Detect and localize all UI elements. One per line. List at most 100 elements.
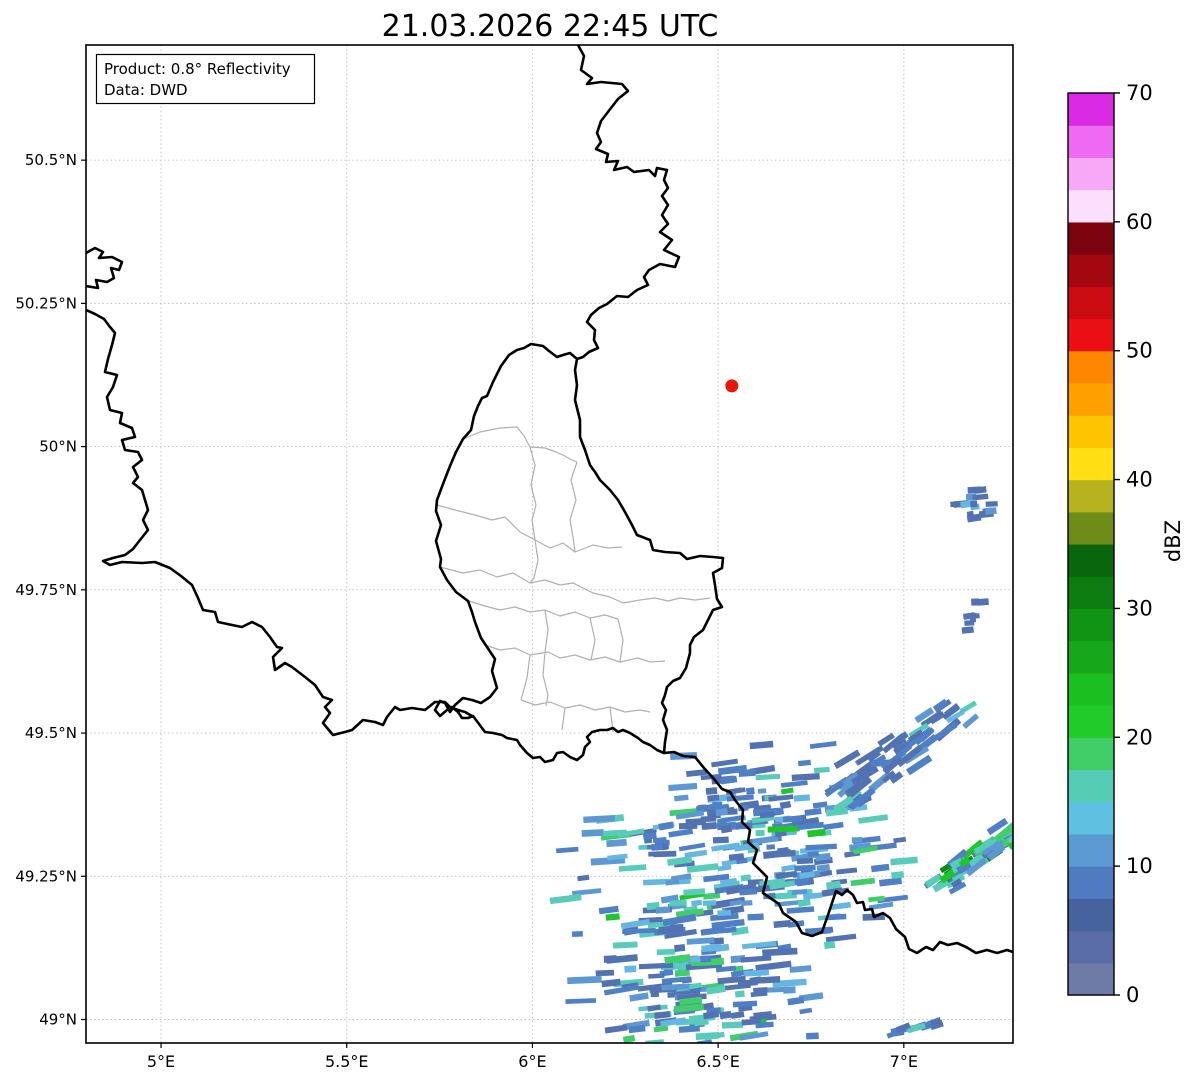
colorbar: 0 10 20 30 40 50 60 70 — [1068, 81, 1153, 1007]
echo-bar — [738, 769, 756, 777]
echo-bar — [747, 913, 764, 921]
echo-bar — [705, 787, 718, 795]
colorbar-segment — [1068, 930, 1114, 964]
colorbar-tick-label: 40 — [1126, 468, 1153, 492]
echo-bar — [748, 1078, 778, 1081]
echo-bar — [650, 990, 659, 998]
colorbar-segment — [1068, 382, 1114, 416]
colorbar-segment — [1068, 447, 1114, 481]
echo-bar — [826, 913, 847, 921]
colorbar-segment — [1068, 511, 1114, 545]
colorbar-segment — [1068, 962, 1114, 996]
echo-bar — [734, 990, 745, 998]
colorbar-segment — [1068, 769, 1114, 803]
x-axis-tick-label: 6°E — [518, 1052, 546, 1071]
y-axis-tick-label: 50.25°N — [15, 294, 77, 312]
echo-bar — [753, 987, 768, 993]
map-canvas: 21.03.2026 22:45 UTC 5°E 5.5°E 6°E 6.5°E 7°E… — [15, 9, 1185, 1081]
colorbar-segment — [1068, 898, 1114, 932]
echo-bar — [678, 822, 698, 830]
echo-bar — [977, 598, 989, 606]
colorbar-segment — [1068, 93, 1114, 126]
echo-bar — [605, 913, 620, 921]
echo-bar — [823, 940, 836, 950]
colorbar-segment — [1068, 544, 1114, 577]
echo-bar — [961, 626, 974, 634]
echo-bar — [651, 844, 664, 850]
colorbar-segment — [1068, 833, 1114, 867]
echo-bar — [717, 910, 732, 916]
colorbar-segment — [1068, 350, 1114, 384]
colorbar-segment — [1068, 221, 1114, 255]
weather-radar-figure: 21.03.2026 22:45 UTC 5°E 5.5°E 6°E 6.5°E 7°E… — [0, 0, 1202, 1081]
y-axis-tick-label: 50.5°N — [25, 151, 77, 169]
echo-bar — [702, 900, 717, 906]
colorbar-tick-label: 10 — [1126, 854, 1153, 878]
y-axis-tick-label: 49.25°N — [15, 867, 77, 885]
echo-bar — [595, 969, 615, 977]
echo-bar — [625, 1047, 652, 1053]
echo-bar — [813, 766, 830, 774]
colorbar-tick-label: 60 — [1126, 210, 1153, 234]
echo-bar — [663, 1054, 680, 1061]
colorbar-tick-label: 30 — [1126, 596, 1153, 620]
colorbar-segment — [1068, 415, 1114, 448]
colorbar-segment — [1068, 318, 1114, 352]
echo-bar — [615, 1047, 624, 1054]
echo-bar — [717, 818, 727, 826]
colorbar-segment — [1068, 640, 1114, 674]
colorbar-segment — [1068, 254, 1114, 287]
echo-bar — [969, 500, 978, 508]
figure-title: 21.03.2026 22:45 UTC — [382, 9, 719, 44]
product-info-box: Product: 0.8° Reflectivity Data: DWD — [95, 53, 316, 105]
echo-bar — [766, 844, 776, 850]
echo-bar — [721, 1021, 743, 1029]
y-axis-tick-label: 49.5°N — [25, 724, 77, 742]
echo-bar — [1016, 836, 1027, 846]
echo-bar — [571, 931, 583, 937]
echo-bar — [967, 486, 982, 494]
echo-bar — [715, 807, 728, 817]
echo-bar — [759, 811, 775, 819]
colorbar-segment — [1068, 125, 1114, 159]
echo-bar — [671, 1054, 685, 1061]
y-axis-tick-label: 49°N — [39, 1011, 77, 1029]
echo-bar — [739, 888, 758, 896]
colorbar-segment — [1068, 608, 1114, 642]
echo-bar — [794, 864, 816, 872]
radar-site-marker — [725, 379, 739, 393]
echo-bar — [796, 857, 814, 865]
x-axis-tick-label: 5°E — [147, 1052, 175, 1071]
x-axis-tick-label: 5.5°E — [325, 1052, 369, 1071]
echo-bar — [743, 1068, 754, 1074]
echo-bar — [851, 836, 863, 844]
echo-bar — [674, 943, 686, 953]
colorbar-tick-label: 20 — [1126, 725, 1153, 749]
echo-bar — [697, 804, 707, 812]
echo-bar — [648, 1046, 662, 1054]
echo-bar — [700, 815, 717, 823]
echo-bar — [624, 965, 637, 973]
colorbar-segment — [1068, 576, 1114, 610]
echo-bar — [615, 1053, 638, 1061]
colorbar-segment — [1068, 801, 1114, 835]
echo-bar — [648, 851, 659, 857]
echo-bar — [656, 948, 676, 956]
colorbar-segment — [1068, 157, 1114, 191]
echo-bar — [674, 1046, 697, 1054]
echo-bar — [984, 507, 997, 515]
y-axis-tick-label: 50°N — [39, 438, 77, 456]
x-axis-tick-label: 7°E — [890, 1052, 918, 1071]
echo-bar — [807, 851, 819, 857]
echo-bar — [655, 906, 671, 914]
colorbar-segment — [1068, 286, 1114, 320]
echo-bar — [767, 825, 800, 833]
echo-bar — [712, 801, 723, 809]
product-info-line1: Product: 0.8° Reflectivity — [104, 60, 291, 78]
colorbar-segment — [1068, 705, 1114, 738]
colorbar-axis-label: dBZ — [1161, 520, 1185, 562]
echo-bar — [757, 788, 767, 794]
echo-bar — [712, 836, 729, 844]
echo-bar — [713, 1075, 734, 1081]
echo-bar — [740, 900, 753, 906]
